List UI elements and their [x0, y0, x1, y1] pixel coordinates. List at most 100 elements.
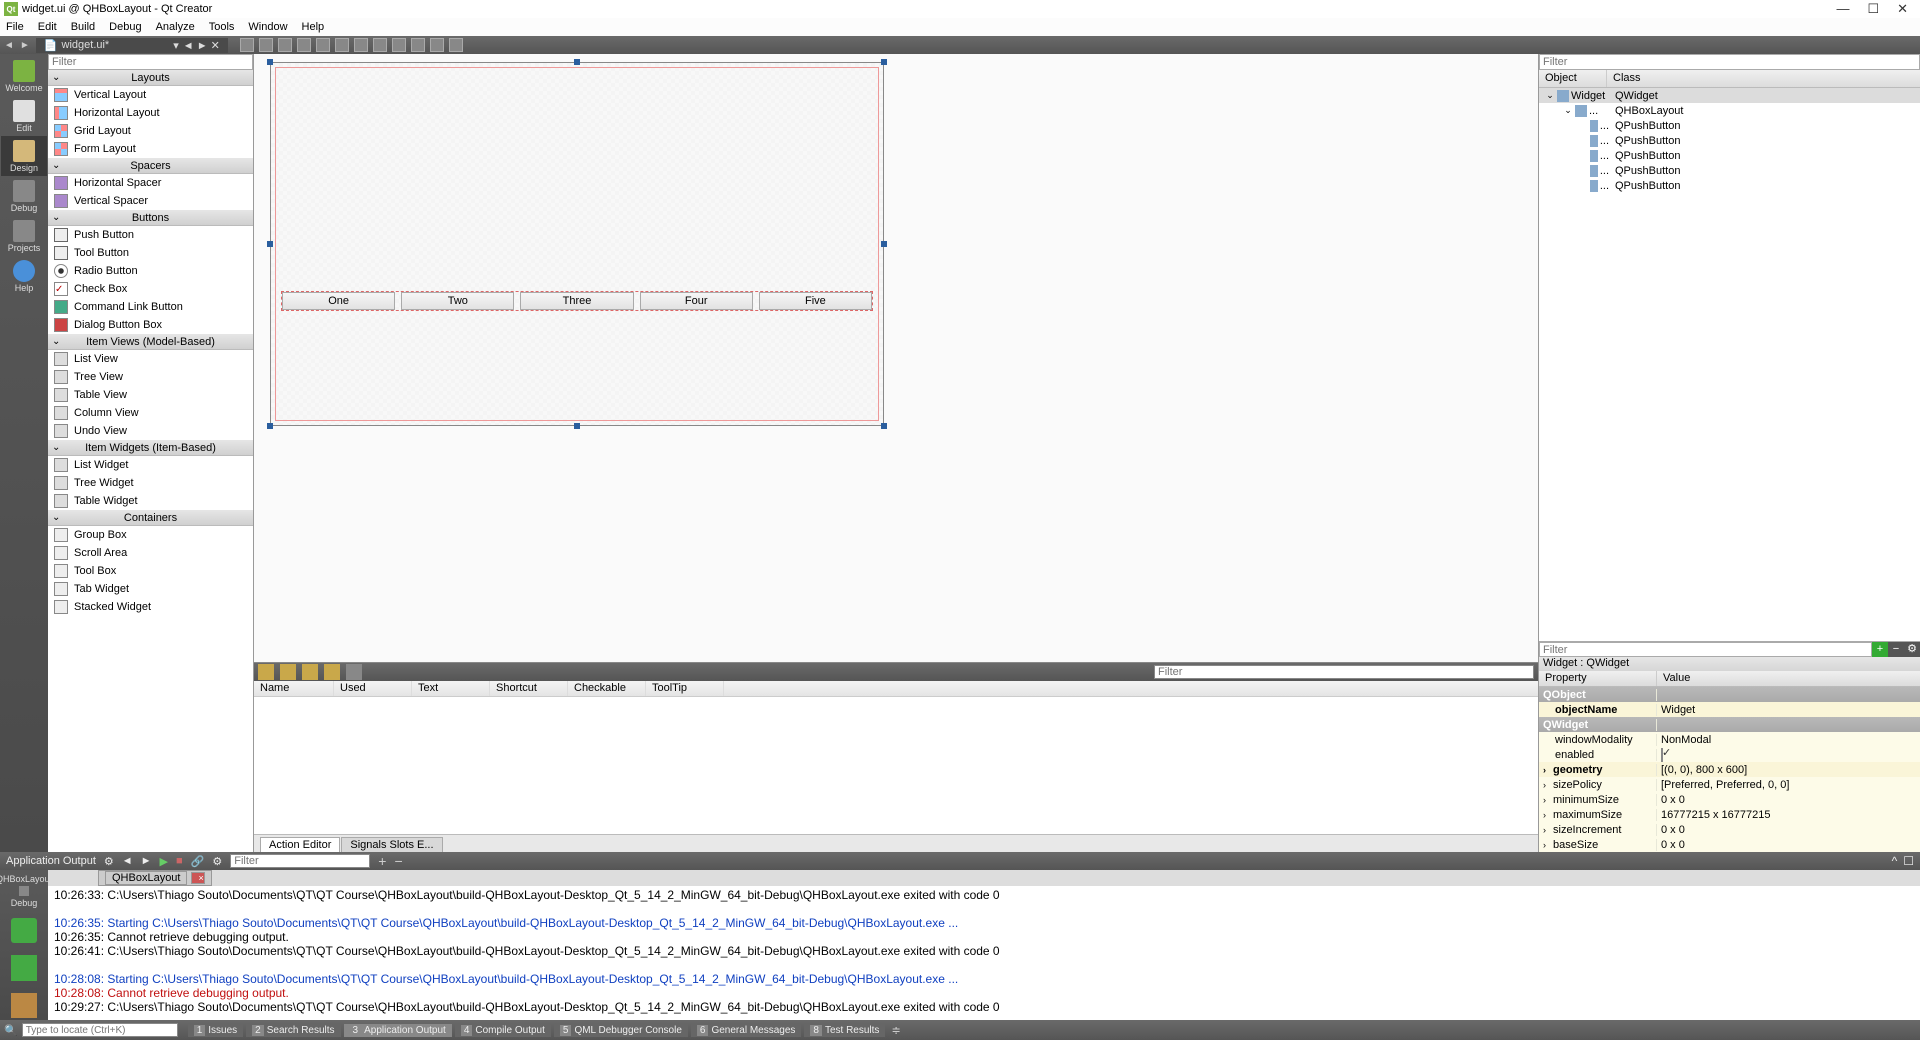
- resize-handle[interactable]: [574, 423, 580, 429]
- widget-filter-input[interactable]: [48, 54, 253, 70]
- widget-item[interactable]: Horizontal Layout: [48, 104, 253, 122]
- push-button[interactable]: Two: [401, 292, 514, 310]
- edit-widgets-icon[interactable]: [240, 38, 254, 52]
- status-tab[interactable]: 2Search Results: [246, 1024, 340, 1037]
- resize-handle[interactable]: [267, 59, 273, 65]
- menu-analyze[interactable]: Analyze: [156, 21, 195, 33]
- locator-input[interactable]: [22, 1023, 178, 1037]
- output-prev-icon[interactable]: ◄: [122, 855, 133, 867]
- property-row[interactable]: ›geometry[(0, 0), 800 x 600]: [1539, 762, 1920, 777]
- output-settings-button[interactable]: ⚙: [212, 855, 222, 868]
- property-filter-input[interactable]: [1539, 642, 1872, 657]
- property-row[interactable]: windowModalityNonModal: [1539, 732, 1920, 747]
- output-content[interactable]: 10:26:33: C:\Users\Thiago Souto\Document…: [48, 886, 1920, 1020]
- widget-item[interactable]: List View: [48, 350, 253, 368]
- col-object[interactable]: Object: [1539, 70, 1607, 87]
- object-row[interactable]: ⌄ ...QHBoxLayout: [1539, 103, 1920, 118]
- resize-handle[interactable]: [267, 423, 273, 429]
- run-debug-icon[interactable]: [11, 955, 37, 980]
- widget-item[interactable]: Tool Button: [48, 244, 253, 262]
- mode-debug[interactable]: Debug: [1, 176, 47, 216]
- widget-item[interactable]: Vertical Layout: [48, 86, 253, 104]
- widget-item[interactable]: Stacked Widget: [48, 598, 253, 616]
- menu-window[interactable]: Window: [248, 21, 287, 33]
- property-row[interactable]: enabled: [1539, 747, 1920, 762]
- push-button[interactable]: Three: [520, 292, 633, 310]
- edit-action-icon[interactable]: [346, 664, 362, 680]
- widget-item[interactable]: Column View: [48, 404, 253, 422]
- menu-help[interactable]: Help: [302, 21, 325, 33]
- object-row[interactable]: ...QPushButton: [1539, 163, 1920, 178]
- property-row[interactable]: ›sizePolicy[Preferred, Preferred, 0, 0]: [1539, 777, 1920, 792]
- status-tab[interactable]: 5QML Debugger Console: [554, 1024, 688, 1037]
- delete-action-icon[interactable]: [324, 664, 340, 680]
- property-list[interactable]: ⌄QObjectobjectNameWidget⌄QWidgetwindowMo…: [1539, 687, 1920, 852]
- widget-item[interactable]: Form Layout: [48, 140, 253, 158]
- mode-design[interactable]: Design: [1, 136, 47, 176]
- edit-buddies-icon[interactable]: [278, 38, 292, 52]
- layout-v-split-icon[interactable]: [373, 38, 387, 52]
- mode-help[interactable]: Help: [1, 256, 47, 296]
- widget-category[interactable]: Item Views (Model-Based): [48, 334, 253, 350]
- layout-form-icon[interactable]: [411, 38, 425, 52]
- maximize-button[interactable]: ☐: [1867, 1, 1879, 17]
- edit-signals-icon[interactable]: [259, 38, 273, 52]
- design-canvas[interactable]: OneTwoThreeFourFive: [254, 54, 1538, 662]
- widget-item[interactable]: Table Widget: [48, 492, 253, 510]
- close-tab-icon[interactable]: ×: [191, 872, 205, 884]
- action-col[interactable]: Text: [412, 681, 490, 696]
- status-tab[interactable]: 3Application Output: [344, 1024, 452, 1037]
- push-button[interactable]: Five: [759, 292, 872, 310]
- edit-tab-order-icon[interactable]: [297, 38, 311, 52]
- layout-h-split-icon[interactable]: [354, 38, 368, 52]
- bottom-tab[interactable]: Signals Slots E...: [341, 837, 442, 852]
- property-row[interactable]: ⌄QWidget: [1539, 717, 1920, 732]
- object-filter-input[interactable]: [1539, 54, 1920, 70]
- widget-category[interactable]: Item Widgets (Item-Based): [48, 440, 253, 456]
- paste-action-icon[interactable]: [302, 664, 318, 680]
- new-action-icon[interactable]: [258, 664, 274, 680]
- status-tab[interactable]: 6General Messages: [691, 1024, 802, 1037]
- statusbar-more-button[interactable]: ≑: [891, 1024, 900, 1037]
- prop-settings-button[interactable]: ⚙: [1904, 642, 1920, 658]
- resize-handle[interactable]: [881, 241, 887, 247]
- object-row[interactable]: ...QPushButton: [1539, 178, 1920, 193]
- widget-item[interactable]: Tool Box: [48, 562, 253, 580]
- break-layout-icon[interactable]: [430, 38, 444, 52]
- widget-item[interactable]: Tab Widget: [48, 580, 253, 598]
- forward-button[interactable]: ►: [20, 40, 30, 51]
- action-col[interactable]: ToolTip: [646, 681, 724, 696]
- widget-item[interactable]: Table View: [48, 386, 253, 404]
- widget-item[interactable]: Dialog Button Box: [48, 316, 253, 334]
- widget-item[interactable]: Radio Button: [48, 262, 253, 280]
- object-row[interactable]: ...QPushButton: [1539, 118, 1920, 133]
- property-row[interactable]: ›minimumSize0 x 0: [1539, 792, 1920, 807]
- action-col[interactable]: Shortcut: [490, 681, 568, 696]
- widget-item[interactable]: Push Button: [48, 226, 253, 244]
- property-row[interactable]: ›maximumSize16777215 x 16777215: [1539, 807, 1920, 822]
- status-tab[interactable]: 8Test Results: [804, 1024, 885, 1037]
- object-tree[interactable]: ⌄ WidgetQWidget⌄ ...QHBoxLayout ...QPush…: [1539, 88, 1920, 641]
- locator-icon[interactable]: 🔍: [4, 1024, 18, 1037]
- mode-projects[interactable]: Projects: [1, 216, 47, 256]
- widget-item[interactable]: Command Link Button: [48, 298, 253, 316]
- action-col[interactable]: Checkable: [568, 681, 646, 696]
- widget-item[interactable]: Check Box: [48, 280, 253, 298]
- output-close-button[interactable]: ☐: [1903, 854, 1914, 868]
- mode-edit[interactable]: Edit: [1, 96, 47, 136]
- stop-button[interactable]: ■: [176, 855, 183, 867]
- resize-handle[interactable]: [881, 423, 887, 429]
- zoom-out-button[interactable]: −: [394, 853, 402, 869]
- copy-action-icon[interactable]: [280, 664, 296, 680]
- menu-build[interactable]: Build: [71, 21, 95, 33]
- widget-item[interactable]: Vertical Spacer: [48, 192, 253, 210]
- widget-category[interactable]: Buttons: [48, 210, 253, 226]
- menu-edit[interactable]: Edit: [38, 21, 57, 33]
- col-class[interactable]: Class: [1607, 70, 1647, 87]
- widget-category[interactable]: Containers: [48, 510, 253, 526]
- menu-file[interactable]: File: [6, 21, 24, 33]
- property-row[interactable]: ›sizeIncrement0 x 0: [1539, 822, 1920, 837]
- back-button[interactable]: ◄: [4, 40, 14, 51]
- push-button[interactable]: One: [282, 292, 395, 310]
- mode-welcome[interactable]: Welcome: [1, 56, 47, 96]
